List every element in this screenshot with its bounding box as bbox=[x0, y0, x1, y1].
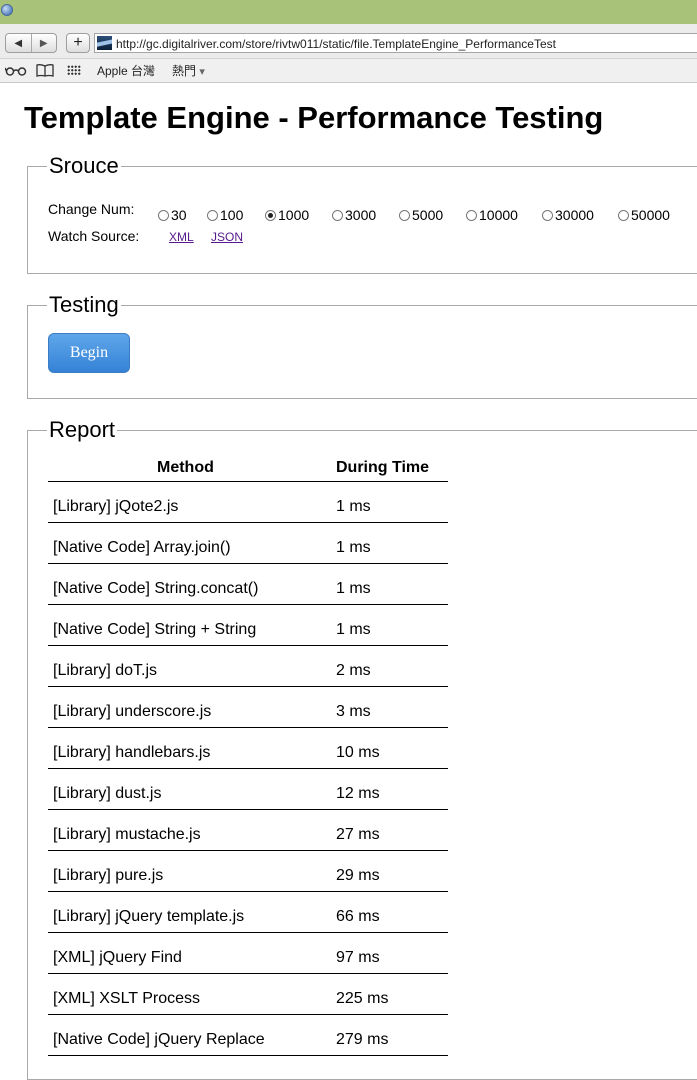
radio-label: 10000 bbox=[479, 207, 518, 223]
watch-source-label: Watch Source: bbox=[48, 228, 140, 244]
time-cell: 279 ms bbox=[336, 1031, 389, 1048]
source-legend: Srouce bbox=[47, 153, 121, 179]
method-cell: [Native Code] String + String bbox=[53, 621, 257, 638]
row-divider bbox=[48, 768, 448, 769]
method-column-header: Method bbox=[157, 459, 214, 476]
time-cell: 1 ms bbox=[336, 621, 371, 638]
method-cell: [Library] doT.js bbox=[53, 662, 158, 679]
method-cell: [Library] mustache.js bbox=[53, 826, 201, 843]
time-cell: 27 ms bbox=[336, 826, 380, 843]
new-tab-button[interactable]: + bbox=[66, 33, 90, 53]
bookmark-popular[interactable]: 熱門 ▾ bbox=[172, 62, 205, 79]
back-button[interactable]: ◀ bbox=[6, 34, 32, 52]
method-cell: [Library] underscore.js bbox=[53, 703, 212, 720]
radio-50000[interactable]: 50000 bbox=[618, 207, 670, 223]
address-bar[interactable]: http://gc.digitalriver.com/store/rivtw01… bbox=[94, 33, 697, 53]
change-num-label: Change Num: bbox=[48, 201, 135, 217]
radio-label: 30 bbox=[171, 207, 187, 223]
method-cell: [Native Code] jQuery Replace bbox=[53, 1031, 265, 1048]
begin-button[interactable]: Begin bbox=[48, 333, 130, 373]
radio-circle[interactable] bbox=[332, 209, 343, 221]
page-title: Template Engine - Performance Testing bbox=[24, 100, 604, 135]
row-divider bbox=[48, 891, 448, 892]
method-cell: [Native Code] String.concat() bbox=[53, 580, 259, 597]
radio-circle[interactable] bbox=[618, 209, 629, 221]
method-cell: [Native Code] Array.join() bbox=[53, 539, 231, 556]
xml-link[interactable]: XML bbox=[169, 230, 194, 244]
radio-circle[interactable] bbox=[542, 209, 553, 221]
url-text[interactable]: http://gc.digitalriver.com/store/rivtw01… bbox=[116, 37, 556, 51]
time-cell: 1 ms bbox=[336, 498, 371, 515]
radio-label: 1000 bbox=[278, 207, 310, 223]
bookmark-apple-taiwan[interactable]: Apple 台灣 bbox=[97, 62, 155, 79]
method-cell: [Library] dust.js bbox=[53, 785, 162, 802]
radio-circle[interactable] bbox=[207, 209, 218, 221]
row-divider bbox=[48, 604, 448, 605]
radio-label: 100 bbox=[220, 207, 244, 223]
radio-circle[interactable] bbox=[158, 209, 169, 221]
method-cell: [XML] XSLT Process bbox=[53, 990, 201, 1007]
testing-legend: Testing bbox=[47, 292, 121, 318]
time-cell: 3 ms bbox=[336, 703, 371, 720]
row-divider bbox=[48, 1014, 448, 1015]
back-forward-group: ◀ ▶ bbox=[5, 33, 57, 53]
time-cell: 66 ms bbox=[336, 908, 380, 925]
radio-30[interactable]: 30 bbox=[158, 207, 187, 223]
glasses-icon[interactable] bbox=[5, 66, 27, 76]
time-cell: 1 ms bbox=[336, 539, 371, 556]
row-divider bbox=[48, 932, 448, 933]
radio-label: 3000 bbox=[345, 207, 377, 223]
method-cell: [Library] pure.js bbox=[53, 867, 164, 884]
plus-icon: + bbox=[73, 34, 83, 51]
time-cell: 12 ms bbox=[336, 785, 380, 802]
row-divider bbox=[48, 973, 448, 974]
chevron-down-icon: ▾ bbox=[199, 66, 205, 78]
radio-label: 5000 bbox=[412, 207, 444, 223]
grid-icon[interactable] bbox=[67, 65, 81, 76]
site-favicon-icon bbox=[97, 36, 112, 50]
browser-toolbar: ◀ ▶ + http://gc.digitalriver.com/store/r… bbox=[0, 24, 697, 59]
radio-circle[interactable] bbox=[399, 209, 410, 221]
method-cell: [Library] jQote2.js bbox=[53, 498, 179, 515]
radio-3000[interactable]: 3000 bbox=[332, 207, 376, 223]
radio-5000[interactable]: 5000 bbox=[399, 207, 443, 223]
row-divider bbox=[48, 1055, 448, 1056]
back-arrow-icon: ◀ bbox=[14, 37, 23, 49]
header-divider bbox=[48, 481, 448, 482]
bookmark-popular-label: 熱門 bbox=[172, 64, 197, 78]
bookmarks-bar: Apple 台灣 熱門 ▾ bbox=[0, 59, 697, 83]
row-divider bbox=[48, 563, 448, 564]
time-cell: 1 ms bbox=[336, 580, 371, 597]
row-divider bbox=[48, 686, 448, 687]
time-column-header: During Time bbox=[336, 459, 430, 476]
time-cell: 10 ms bbox=[336, 744, 380, 761]
json-link[interactable]: JSON bbox=[211, 230, 243, 244]
window-title-bar bbox=[0, 0, 697, 24]
forward-button[interactable]: ▶ bbox=[32, 34, 57, 52]
book-icon[interactable] bbox=[36, 64, 54, 77]
report-legend: Report bbox=[47, 417, 118, 443]
row-divider bbox=[48, 809, 448, 810]
row-divider bbox=[48, 522, 448, 523]
radio-10000[interactable]: 10000 bbox=[466, 207, 518, 223]
forward-arrow-icon: ▶ bbox=[39, 37, 48, 49]
time-cell: 29 ms bbox=[336, 867, 380, 884]
row-divider bbox=[48, 850, 448, 851]
method-cell: [Library] jQuery template.js bbox=[53, 908, 245, 925]
radio-30000[interactable]: 30000 bbox=[542, 207, 594, 223]
radio-circle[interactable] bbox=[466, 209, 477, 221]
time-cell: 225 ms bbox=[336, 990, 389, 1007]
row-divider bbox=[48, 727, 448, 728]
radio-label: 30000 bbox=[555, 207, 594, 223]
row-divider bbox=[48, 645, 448, 646]
radio-circle-selected[interactable] bbox=[265, 209, 276, 221]
radio-1000[interactable]: 1000 bbox=[265, 207, 309, 223]
method-cell: [XML] jQuery Find bbox=[53, 949, 182, 966]
time-cell: 97 ms bbox=[336, 949, 380, 966]
time-cell: 2 ms bbox=[336, 662, 371, 679]
method-cell: [Library] handlebars.js bbox=[53, 744, 211, 761]
radio-label: 50000 bbox=[631, 207, 670, 223]
radio-100[interactable]: 100 bbox=[207, 207, 243, 223]
safari-icon bbox=[1, 4, 13, 16]
